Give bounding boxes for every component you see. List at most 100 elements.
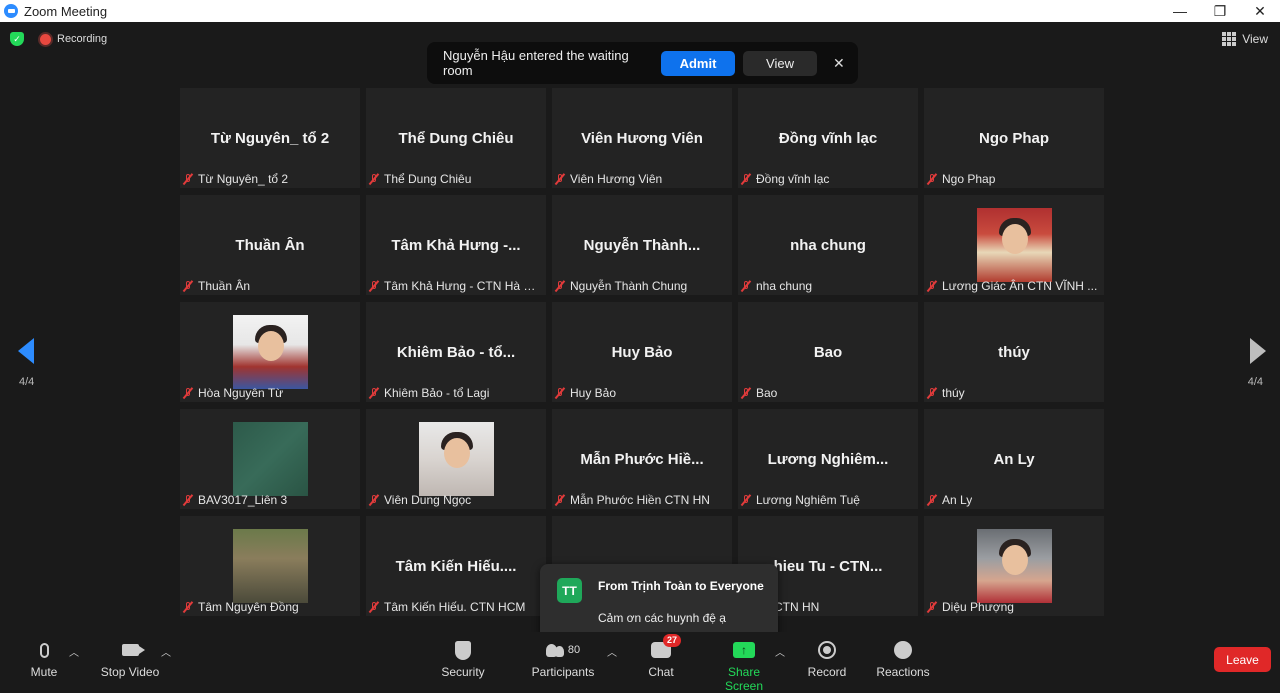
audio-options-chevron-icon[interactable]: ︿ (69, 644, 79, 659)
tile-label: Mẫn Phước Hiền CTN HN (554, 493, 728, 507)
video-tile[interactable]: Huy Bảo Huy Bảo (552, 302, 732, 402)
tile-name: Lương Nghiêm... (767, 451, 889, 468)
muted-mic-icon (182, 173, 194, 185)
tile-label: An Ly (926, 493, 1100, 507)
tile-label: Hòa Nguyên Từ (182, 386, 356, 400)
minimize-button[interactable]: — (1160, 3, 1200, 19)
tile-name: Bao (813, 344, 843, 361)
video-tile[interactable]: BAV3017_Liên 3 (180, 409, 360, 509)
tile-label: Lương Nghiêm Tuệ (740, 493, 914, 507)
tile-name: Từ Nguyên_ tổ 2 (210, 130, 330, 147)
participants-label: Participants (531, 665, 595, 679)
chat-message: Cảm ơn các huynh đệ ạ (598, 611, 726, 625)
tile-label-text: Diệu Phượng (942, 600, 1014, 614)
waiting-room-notice: Nguyễn Hậu entered the waiting room Admi… (427, 42, 858, 84)
tile-name: thúy (998, 344, 1030, 361)
tile-label-text: Viên Dung Ngọc (384, 493, 472, 507)
participant-video (233, 529, 308, 603)
video-tile[interactable]: Tâm Nguyên Đồng (180, 516, 360, 616)
tile-name: Đồng vĩnh lạc (778, 130, 878, 147)
tile-label-text: Tâm Nguyên Đồng (198, 600, 299, 614)
tile-label-text: Thuần Ân (198, 279, 251, 293)
video-tile[interactable]: Hòa Nguyên Từ (180, 302, 360, 402)
leave-button[interactable]: Leave (1214, 647, 1271, 672)
tile-label-text: nha chung (756, 279, 813, 293)
muted-mic-icon (554, 173, 566, 185)
record-label: Record (807, 665, 847, 679)
video-tile[interactable]: Từ Nguyên_ tổ 2 Từ Nguyên_ tổ 2 (180, 88, 360, 188)
security-button[interactable]: Security (440, 638, 486, 679)
view-waiting-button[interactable]: View (743, 50, 817, 76)
tile-name: Tâm Khả Hưng -... (391, 237, 521, 254)
participants-button[interactable]: 80 Participants (530, 638, 596, 679)
chat-button[interactable]: 27 Chat (646, 634, 682, 679)
tile-label-text: Viên Hương Viên (570, 172, 663, 186)
video-tile[interactable]: An Ly An Ly (924, 409, 1104, 509)
reactions-button[interactable]: Reactions (876, 638, 930, 679)
muted-mic-icon (740, 387, 752, 399)
muted-mic-icon (182, 494, 194, 506)
muted-mic-icon (368, 601, 380, 613)
video-tile[interactable]: Khiêm Bảo - tổ... Khiêm Bảo - tổ Lagi (366, 302, 546, 402)
video-tile[interactable]: Viên Hương Viên Viên Hương Viên (552, 88, 732, 188)
video-tile[interactable]: Thể Dung Chiêu Thể Dung Chiêu (366, 88, 546, 188)
next-page-arrow-icon[interactable] (1250, 338, 1266, 364)
tile-label: Thuần Ân (182, 279, 356, 293)
admit-button[interactable]: Admit (661, 50, 735, 76)
muted-mic-icon (368, 173, 380, 185)
video-tile[interactable]: Tâm Kiến Hiếu.... Tâm Kiến Hiếu. CTN HCM (366, 516, 546, 616)
share-screen-arrow-icon: ↑ (733, 642, 755, 658)
close-window-button[interactable]: ✕ (1240, 3, 1280, 20)
participant-video (419, 422, 494, 496)
muted-mic-icon (740, 280, 752, 292)
video-tile[interactable]: Lương Nghiêm... Lương Nghiêm Tuệ (738, 409, 918, 509)
record-icon (818, 641, 836, 659)
tile-label-text: Bao (756, 386, 778, 400)
chat-sender: From Trịnh Toàn to Everyone (598, 579, 764, 593)
video-tile[interactable]: Viên Dung Ngọc (366, 409, 546, 509)
video-tile[interactable]: Diệu Phượng (924, 516, 1104, 616)
recording-label[interactable]: Recording (57, 33, 107, 45)
muted-mic-icon (368, 387, 380, 399)
tile-label-text: An Ly (942, 493, 973, 507)
meeting-status: ✓ Recording (10, 32, 107, 46)
stop-video-button[interactable]: Stop Video (100, 638, 160, 679)
participants-options-chevron-icon[interactable]: ︿ (607, 644, 617, 659)
video-tile[interactable]: Bao Bao (738, 302, 918, 402)
tile-label: nha chung (740, 279, 914, 293)
video-tile[interactable]: Đồng vĩnh lạc Đồng vĩnh lạc (738, 88, 918, 188)
tile-label: Tâm Kiến Hiếu. CTN HCM (368, 600, 542, 614)
video-tile[interactable]: Mẫn Phước Hiề... Mẫn Phước Hiền CTN HN (552, 409, 732, 509)
previous-page-arrow-icon[interactable] (18, 338, 34, 364)
participants-icon (545, 643, 564, 657)
video-options-chevron-icon[interactable]: ︿ (161, 644, 171, 659)
encryption-shield-icon[interactable]: ✓ (10, 32, 24, 46)
video-tile[interactable]: Thuần Ân Thuần Ân (180, 195, 360, 295)
meeting-toolbar: Mute ︿ Stop Video ︿ Security 80 Particip… (0, 632, 1280, 693)
share-options-chevron-icon[interactable]: ︿ (775, 644, 785, 659)
view-button[interactable]: View (1222, 32, 1268, 46)
video-tile[interactable]: Ngo Phap Ngo Phap (924, 88, 1104, 188)
close-notice-icon[interactable]: ✕ (833, 55, 845, 72)
tile-name: Ngo Phap (979, 130, 1049, 147)
tile-label-text: Khiêm Bảo - tổ Lagi (384, 386, 490, 400)
tile-label: Ngo Phap (926, 172, 1100, 186)
window-title: Zoom Meeting (24, 3, 108, 19)
chat-notification-popup[interactable]: TT From Trịnh Toàn to Everyone Cảm ơn cá… (540, 564, 778, 640)
tile-label-text: Lương Nghiêm Tuệ (756, 493, 860, 507)
tile-label-text: Ngo Phap (942, 172, 996, 186)
video-tile[interactable]: Nguyễn Thành... Nguyễn Thành Chung (552, 195, 732, 295)
tile-label: Diệu Phượng (926, 600, 1100, 614)
mute-button[interactable]: Mute (29, 638, 59, 679)
restore-button[interactable]: ❐ (1200, 3, 1240, 20)
video-tile[interactable]: Lương Giác Ân CTN VĨNH ... (924, 195, 1104, 295)
record-button[interactable]: Record (807, 638, 847, 679)
waiting-room-message: Nguyễn Hậu entered the waiting room (443, 48, 629, 78)
tile-label: Viên Dung Ngọc (368, 493, 542, 507)
video-tile[interactable]: thúy thúy (924, 302, 1104, 402)
video-tile[interactable]: Tâm Khả Hưng -... Tâm Khả Hưng - CTN Hà N… (366, 195, 546, 295)
tile-label-text: Hòa Nguyên Từ (198, 386, 284, 400)
share-screen-button[interactable]: ↑ Share Screen (708, 638, 780, 693)
muted-mic-icon (554, 387, 566, 399)
video-tile[interactable]: nha chung nha chung (738, 195, 918, 295)
